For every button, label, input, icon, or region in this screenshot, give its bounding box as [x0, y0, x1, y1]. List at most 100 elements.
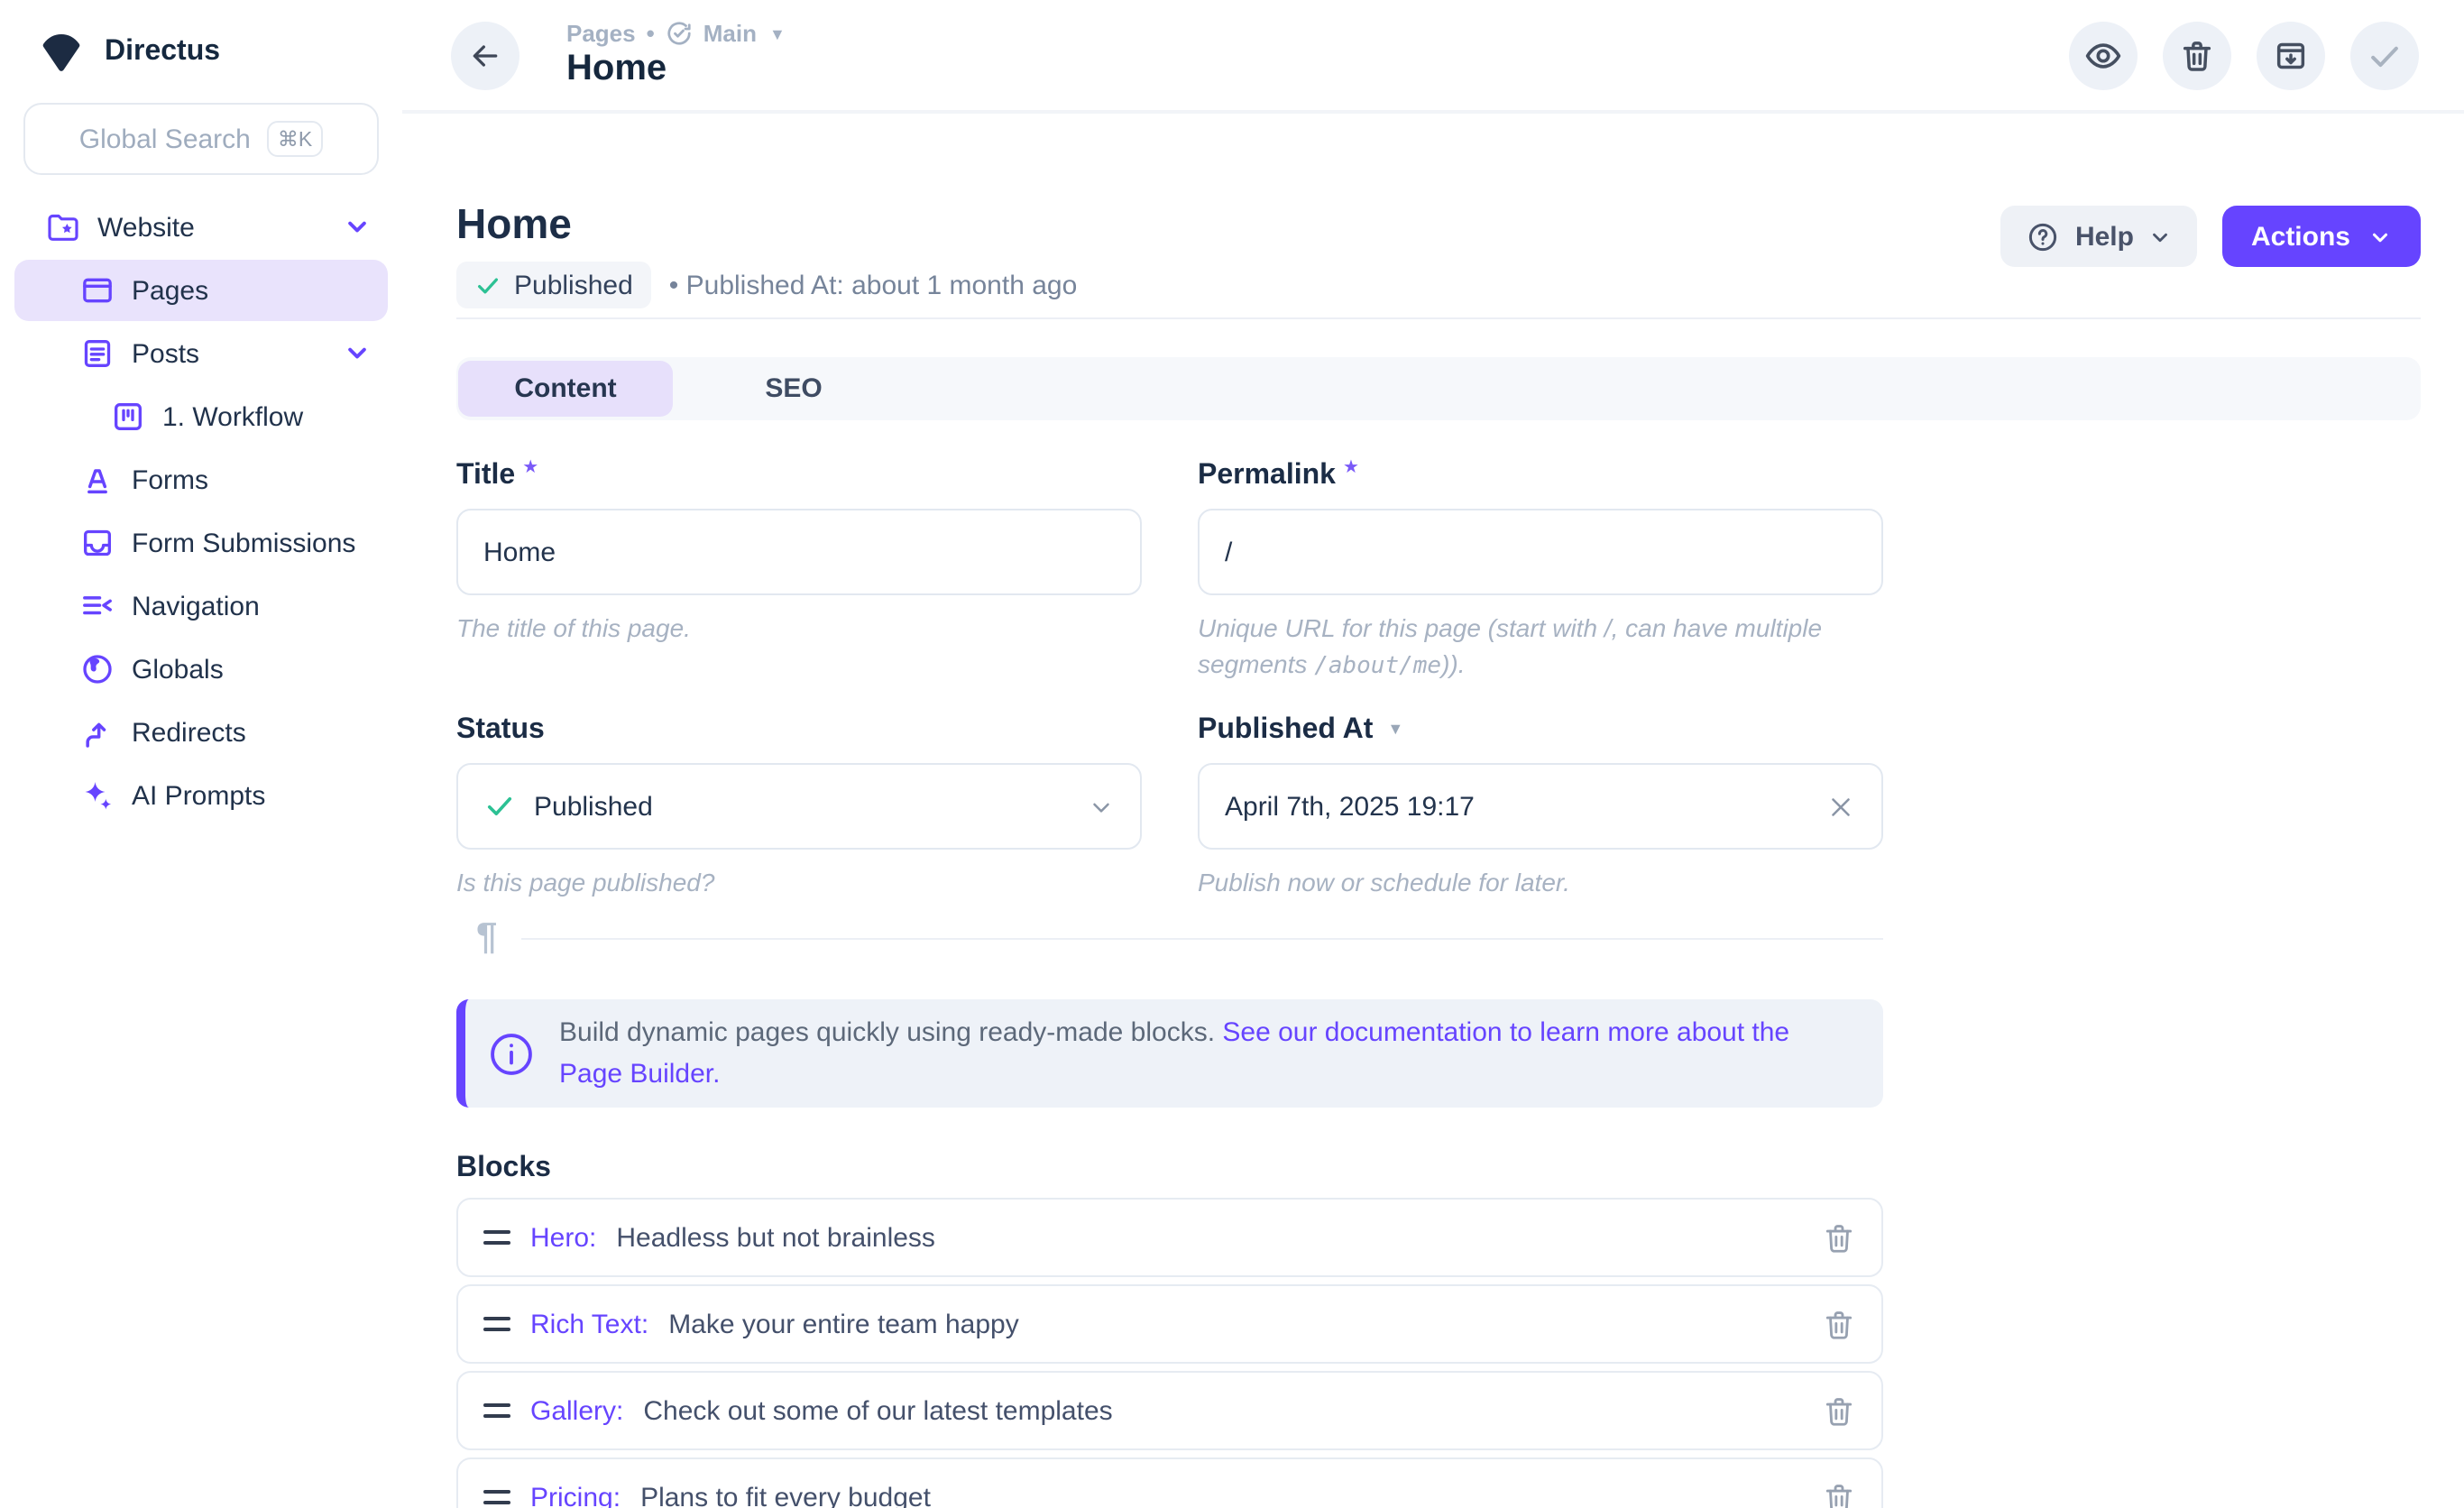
trash-icon[interactable] [1822, 1393, 1856, 1428]
help-button[interactable]: Help [2001, 206, 2197, 267]
block-type-link[interactable]: Hero: [530, 1222, 596, 1253]
published-at-input-wrap [1198, 763, 1883, 850]
blocks-label: Blocks [456, 1151, 2421, 1185]
field-note: Unique URL for this page (start with /, … [1198, 610, 1883, 685]
drag-handle-icon[interactable] [483, 1402, 510, 1419]
sidebar-item-website[interactable]: Website [14, 197, 388, 258]
delete-button[interactable] [2163, 21, 2231, 89]
sidebar-item-pages[interactable]: Pages [14, 260, 388, 321]
topbar-actions [2069, 21, 2419, 89]
block-title: Check out some of our latest templates [643, 1395, 1112, 1426]
trash-icon[interactable] [1822, 1220, 1856, 1255]
block-type-link[interactable]: Rich Text: [530, 1309, 648, 1339]
published-at-input[interactable] [1225, 791, 1825, 822]
sidebar-item-label: AI Prompts [132, 780, 370, 811]
topbar: Pages • Main ▼ Home [402, 0, 2464, 114]
title-input[interactable] [483, 537, 1115, 567]
actions-button[interactable]: Actions [2222, 206, 2421, 267]
chevron-down-icon [2148, 225, 2172, 248]
drag-handle-icon[interactable] [483, 1229, 510, 1246]
field-status: Status Published Is this page published? [456, 713, 1142, 900]
breadcrumb-version[interactable]: Main [703, 20, 757, 47]
sidebar-item-redirects[interactable]: Redirects [14, 702, 388, 763]
search-shortcut-badge: ⌘K [267, 121, 323, 157]
directus-logo-icon [40, 32, 83, 72]
divider-line [520, 937, 1883, 939]
title-input-wrap [456, 509, 1142, 595]
tab-seo[interactable]: SEO [673, 361, 915, 417]
archive-icon [2273, 37, 2309, 73]
redirect-icon [79, 714, 115, 750]
globe-icon [79, 651, 115, 687]
tab-content[interactable]: Content [458, 361, 673, 417]
sidebar-item-label: Redirects [132, 717, 370, 748]
sidebar-item-label: Posts [132, 338, 345, 369]
clear-icon[interactable] [1825, 791, 1856, 822]
status-row: Published • Published At: about 1 month … [456, 262, 1077, 308]
page-form: Title ★ The title of this page. Permalin… [456, 458, 1883, 900]
help-icon [2027, 219, 2061, 253]
brand-row[interactable]: Directus [0, 0, 402, 72]
header-divider [456, 317, 2421, 319]
folder-star-icon [45, 209, 81, 245]
sidebar-item-workflow[interactable]: 1. Workflow [14, 386, 388, 447]
sparkles-icon [79, 777, 115, 814]
letter-a-icon [79, 462, 115, 498]
save-button[interactable] [2350, 21, 2419, 89]
sidebar-item-posts[interactable]: Posts [14, 323, 388, 384]
chevron-down-icon[interactable] [345, 215, 370, 240]
block-type-link[interactable]: Gallery: [530, 1395, 623, 1426]
global-search-input[interactable]: Global Search ⌘K [23, 103, 379, 175]
search-placeholder: Global Search [79, 124, 251, 154]
kanban-icon [110, 399, 146, 435]
drag-handle-icon[interactable] [483, 1489, 510, 1505]
preview-button[interactable] [2069, 21, 2138, 89]
sidebar-item-navigation[interactable]: Navigation [14, 575, 388, 637]
drag-handle-icon[interactable] [483, 1316, 510, 1332]
sidebar-item-form-submissions[interactable]: Form Submissions [14, 512, 388, 574]
status-value: Published [534, 791, 653, 822]
sidebar-item-label: Website [97, 212, 345, 243]
sidebar-item-label: Pages [132, 275, 370, 306]
info-banner: Build dynamic pages quickly using ready-… [456, 999, 1883, 1108]
block-row-hero[interactable]: Hero: Headless but not brainless [456, 1198, 1883, 1277]
field-title: Title ★ The title of this page. [456, 458, 1142, 685]
divider-field: ¶ [456, 918, 1883, 958]
label-menu-icon[interactable]: ▼ [1387, 713, 1403, 747]
breadcrumb-collection[interactable]: Pages [566, 20, 636, 47]
sidebar-item-label: Globals [132, 654, 370, 685]
page-header-left: Home Published • Published At: about 1 m… [456, 204, 1077, 308]
tab-bar: Content SEO [456, 357, 2421, 420]
version-sync-icon [666, 20, 693, 47]
trash-icon[interactable] [1822, 1480, 1856, 1508]
block-title: Make your entire team happy [668, 1309, 1019, 1339]
permalink-input[interactable] [1225, 537, 1856, 567]
brand-name: Directus [105, 36, 220, 69]
field-note: Publish now or schedule for later. [1198, 864, 1883, 900]
trash-icon[interactable] [1822, 1307, 1856, 1341]
block-row-pricing[interactable]: Pricing: Plans to fit every budget [456, 1457, 1883, 1508]
permalink-input-wrap [1198, 509, 1883, 595]
archive-button[interactable] [2257, 21, 2325, 89]
block-type-link[interactable]: Pricing: [530, 1482, 621, 1508]
version-dropdown-icon[interactable]: ▼ [769, 24, 786, 42]
trash-icon [2179, 37, 2215, 73]
chevron-down-icon[interactable] [345, 341, 370, 366]
breadcrumb[interactable]: Pages • Main ▼ [566, 20, 786, 47]
topbar-page-title: Home [566, 47, 786, 90]
sidebar: Directus Global Search ⌘K Website Pages [0, 0, 404, 1508]
eye-icon [2083, 35, 2123, 75]
sidebar-item-forms[interactable]: Forms [14, 449, 388, 510]
sidebar-item-label: Forms [132, 464, 370, 495]
block-row-rich-text[interactable]: Rich Text: Make your entire team happy [456, 1284, 1883, 1364]
sidebar-item-globals[interactable]: Globals [14, 639, 388, 700]
block-title: Headless but not brainless [616, 1222, 935, 1253]
back-button[interactable] [451, 21, 519, 89]
document-icon [79, 336, 115, 372]
field-label: Permalink ★ [1198, 458, 1883, 492]
block-title: Plans to fit every budget [640, 1482, 931, 1508]
page-header: Home Published • Published At: about 1 m… [456, 204, 2421, 308]
sidebar-item-ai-prompts[interactable]: AI Prompts [14, 765, 388, 826]
block-row-gallery[interactable]: Gallery: Check out some of our latest te… [456, 1371, 1883, 1450]
status-select[interactable]: Published [456, 763, 1142, 850]
